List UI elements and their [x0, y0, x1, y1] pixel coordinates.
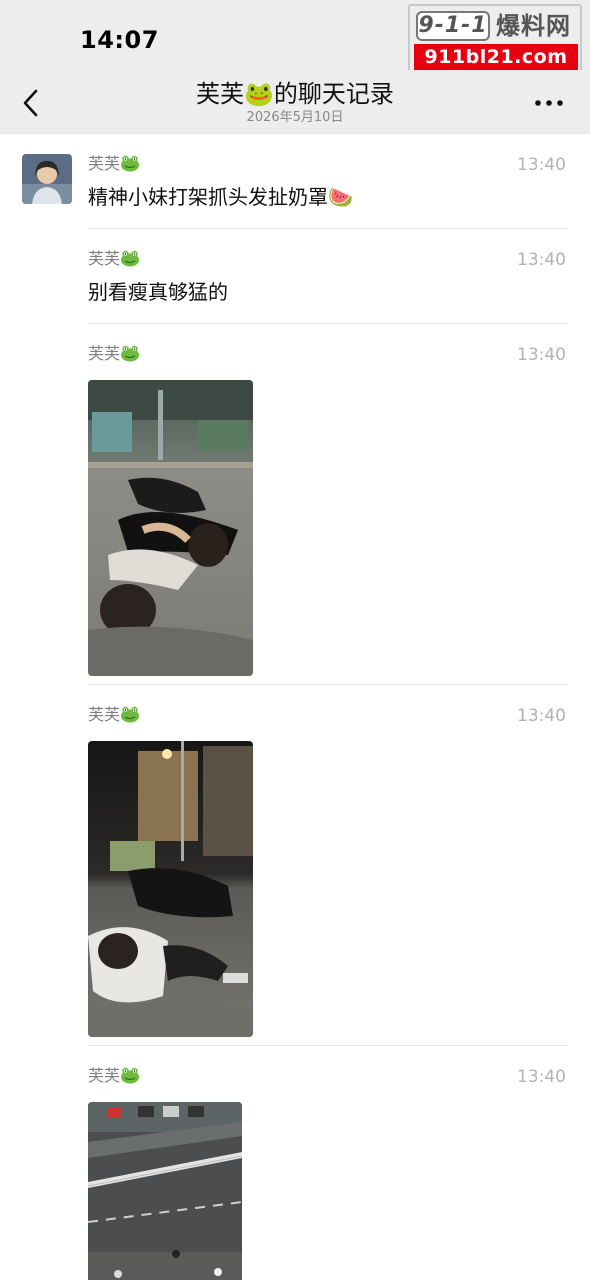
- message-sender: 芙芙: [88, 249, 140, 269]
- message-sender: 芙芙: [88, 344, 140, 364]
- message-time: 13:40: [517, 250, 566, 270]
- message-time: 13:40: [517, 345, 566, 365]
- message-time: 13:40: [517, 155, 566, 175]
- message-photo[interactable]: [88, 741, 253, 1037]
- avatar[interactable]: [22, 154, 72, 204]
- page-subtitle-date: 2026年5月10日: [246, 110, 344, 125]
- message-item[interactable]: 芙芙 13:40: [88, 705, 568, 1037]
- message-time: 13:40: [517, 1067, 566, 1087]
- message-divider: [88, 323, 568, 324]
- frog-emoji-icon: [121, 345, 140, 362]
- watermark-logo-text: 9-1-1: [418, 13, 488, 38]
- frog-emoji-icon: [121, 155, 140, 172]
- frog-emoji-icon: [121, 250, 140, 267]
- message-item[interactable]: 芙芙 13:40 别看瘦真够猛的: [88, 249, 568, 309]
- message-divider: [88, 684, 568, 685]
- page-title: 芙芙🐸的聊天记录: [196, 80, 394, 108]
- message-list[interactable]: 芙芙 13:40 精神小妹打架抓头发扯奶罩🍉 芙芙 13:40 别看瘦真够猛的 …: [0, 134, 590, 1280]
- watermark-site-name: 爆料网: [496, 12, 571, 40]
- message-sender: 芙芙: [88, 154, 140, 174]
- message-sender: 芙芙: [88, 705, 140, 725]
- message-photo[interactable]: [88, 380, 253, 676]
- nav-bar: 芙芙🐸的聊天记录 2026年5月10日: [0, 70, 590, 134]
- frog-emoji-icon: [121, 706, 140, 723]
- watermark-url: 911bl21.com: [414, 44, 578, 70]
- message-text: 精神小妹打架抓头发扯奶罩🍉: [88, 185, 353, 209]
- message-photo[interactable]: [88, 1102, 242, 1280]
- message-sender: 芙芙: [88, 1066, 140, 1086]
- more-button[interactable]: [534, 90, 564, 116]
- more-dots-icon: [535, 100, 563, 106]
- message-item[interactable]: 芙芙 13:40: [88, 1066, 568, 1280]
- message-divider: [88, 1045, 568, 1046]
- frog-emoji-icon: [121, 1067, 140, 1084]
- message-item[interactable]: 芙芙 13:40: [88, 344, 568, 676]
- watermark-logo: 9-1-1 爆料网 911bl21.com: [408, 4, 582, 74]
- message-text: 别看瘦真够猛的: [88, 280, 228, 304]
- message-item[interactable]: 芙芙 13:40 精神小妹打架抓头发扯奶罩🍉: [88, 154, 568, 214]
- status-time: 14:07: [80, 26, 159, 54]
- message-divider: [88, 228, 568, 229]
- message-time: 13:40: [517, 706, 566, 726]
